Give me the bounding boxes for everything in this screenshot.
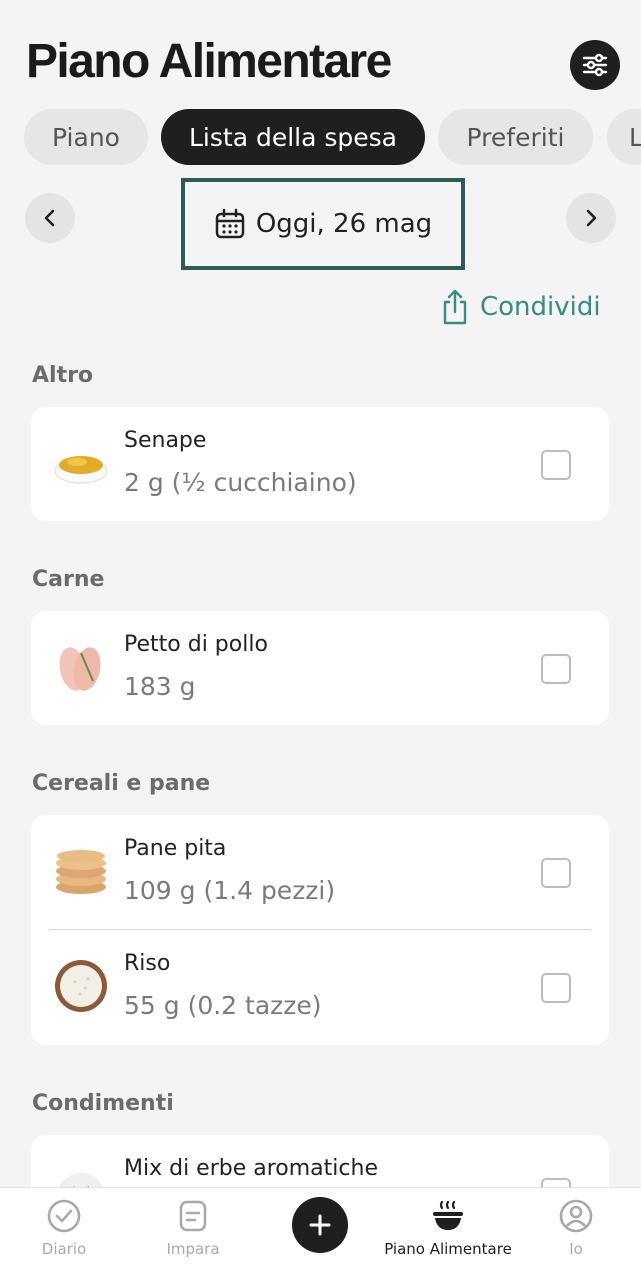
filter-settings-button[interactable]: [570, 40, 620, 90]
item-checkbox[interactable]: [541, 654, 571, 684]
section-label-carne: Carne: [32, 567, 105, 592]
tab-preferiti[interactable]: Preferiti: [438, 109, 593, 165]
list-item[interactable]: Riso 55 g (0.2 tazze): [31, 930, 609, 1045]
section-label-condimenti: Condimenti: [32, 1091, 174, 1116]
rice-bowl-icon: [55, 960, 107, 1012]
section-card-carne: Petto di pollo 183 g: [31, 611, 609, 725]
nav-label: Piano Alimentare: [384, 1240, 512, 1258]
tab-partial[interactable]: L: [607, 109, 641, 165]
item-name: Pane pita: [124, 836, 227, 861]
date-selector[interactable]: Oggi, 26 mag: [181, 178, 465, 270]
nav-impara[interactable]: Impara: [158, 1188, 228, 1281]
document-icon: [179, 1200, 207, 1232]
chevron-left-icon: [44, 209, 55, 227]
share-icon: [443, 289, 467, 325]
tab-bar: Piano Lista della spesa Preferiti L: [24, 109, 641, 165]
date-label: Oggi, 26 mag: [255, 209, 433, 239]
previous-day-button[interactable]: [25, 193, 75, 243]
page-title: Piano Alimentare: [26, 35, 392, 88]
tab-lista-della-spesa[interactable]: Lista della spesa: [161, 109, 425, 165]
list-item[interactable]: Petto di pollo 183 g: [31, 611, 609, 726]
check-circle-icon: [47, 1199, 81, 1233]
section-card-cereali-e-pane: Pane pita 109 g (1.4 pezzi) Riso 55 g (0…: [31, 815, 609, 1045]
chevron-right-icon: [586, 209, 597, 227]
section-label-altro: Altro: [32, 363, 94, 388]
item-quantity: 183 g: [124, 672, 196, 701]
list-item[interactable]: Pane pita 109 g (1.4 pezzi): [31, 815, 609, 930]
item-checkbox[interactable]: [541, 973, 571, 1003]
item-name: Riso: [124, 951, 171, 976]
nav-piano-alimentare[interactable]: Piano Alimentare: [384, 1188, 512, 1281]
calendar-icon: [215, 208, 245, 239]
item-checkbox[interactable]: [541, 858, 571, 888]
item-quantity: 109 g (1.4 pezzi): [124, 876, 336, 905]
item-checkbox[interactable]: [541, 450, 571, 480]
nav-label: Impara: [166, 1240, 220, 1258]
add-button[interactable]: [292, 1197, 348, 1253]
next-day-button[interactable]: [566, 193, 616, 243]
item-quantity: 55 g (0.2 tazze): [124, 991, 322, 1020]
sliders-icon: [582, 53, 608, 77]
pita-bread-icon: [56, 850, 106, 894]
chicken-breast-icon: [59, 647, 101, 691]
nav-diario[interactable]: Diario: [34, 1188, 94, 1281]
share-label: Condividi: [480, 292, 601, 322]
item-quantity: 2 g (½ cucchiaino): [124, 468, 357, 497]
item-name: Mix di erbe aromatiche: [124, 1156, 378, 1181]
food-bowl-icon: [433, 1200, 463, 1230]
plus-icon: [309, 1214, 331, 1236]
item-name: Senape: [124, 428, 207, 453]
user-icon: [559, 1199, 593, 1233]
section-card-altro: Senape 2 g (½ cucchiaino): [31, 407, 609, 521]
mustard-bowl-icon: [54, 456, 108, 484]
nav-label: Io: [569, 1240, 583, 1258]
share-button[interactable]: Condividi: [440, 288, 601, 326]
section-label-cereali-e-pane: Cereali e pane: [32, 771, 211, 796]
tab-piano[interactable]: Piano: [24, 109, 148, 165]
list-item[interactable]: Senape 2 g (½ cucchiaino): [31, 407, 609, 522]
item-name: Petto di pollo: [124, 632, 268, 657]
nav-io[interactable]: Io: [556, 1188, 596, 1281]
nav-label: Diario: [41, 1240, 87, 1258]
